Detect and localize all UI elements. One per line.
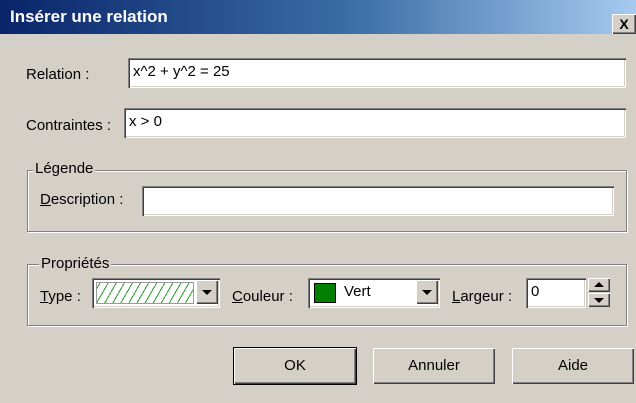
chevron-up-icon bbox=[594, 282, 604, 287]
description-input[interactable] bbox=[142, 186, 614, 216]
relation-value: x^2 + y^2 = 25 bbox=[133, 63, 230, 80]
relation-label: Relation : bbox=[26, 66, 90, 83]
help-button[interactable]: Aide bbox=[512, 348, 634, 384]
spin-down-button[interactable] bbox=[588, 293, 610, 307]
type-dropdown-button[interactable] bbox=[196, 280, 218, 304]
color-select[interactable]: Vert bbox=[308, 278, 440, 308]
constraints-label: Contraintes : bbox=[26, 117, 112, 134]
color-mnemonic: C bbox=[232, 288, 243, 305]
constraints-input[interactable]: x > 0 bbox=[124, 108, 626, 138]
color-value: Vert bbox=[344, 283, 371, 300]
type-label-text: ype : bbox=[48, 288, 81, 305]
width-spinner[interactable] bbox=[588, 278, 610, 308]
diagonal-hatch-pattern-icon bbox=[96, 282, 194, 304]
ok-button[interactable]: OK bbox=[233, 347, 357, 385]
close-icon: X bbox=[619, 16, 629, 32]
color-swatch-icon bbox=[314, 283, 336, 303]
legend-group-title: Légende bbox=[33, 160, 96, 177]
properties-group-title: Propriétés bbox=[39, 255, 112, 272]
cancel-button[interactable]: Annuler bbox=[373, 348, 495, 384]
width-value: 0 bbox=[531, 283, 540, 300]
relation-input[interactable]: x^2 + y^2 = 25 bbox=[128, 58, 626, 88]
constraints-value: x > 0 bbox=[129, 113, 162, 130]
color-label-text: ouleur : bbox=[242, 288, 293, 305]
description-label-text: escription : bbox=[50, 191, 124, 208]
type-label: Type : bbox=[40, 288, 81, 305]
width-label-text: argeur : bbox=[460, 288, 513, 305]
insert-relation-dialog: Insérer une relation X Relation : x^2 + … bbox=[0, 0, 636, 403]
title-bar[interactable]: Insérer une relation X bbox=[0, 0, 636, 34]
width-input[interactable]: 0 bbox=[526, 278, 586, 308]
close-button[interactable]: X bbox=[612, 14, 636, 34]
description-label: Description : bbox=[40, 191, 123, 208]
color-label: Couleur : bbox=[232, 288, 293, 305]
spin-up-button[interactable] bbox=[588, 278, 610, 292]
dialog-title: Insérer une relation bbox=[10, 7, 168, 26]
description-mnemonic: D bbox=[40, 191, 51, 208]
type-select[interactable] bbox=[92, 278, 220, 308]
color-dropdown-button[interactable] bbox=[416, 280, 438, 304]
width-label: Largeur : bbox=[452, 288, 512, 305]
chevron-down-icon bbox=[594, 298, 604, 303]
